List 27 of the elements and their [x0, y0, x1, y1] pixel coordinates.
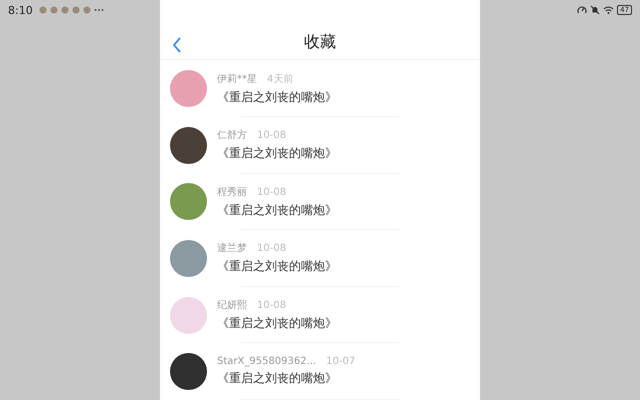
user-name: 纪妍熙	[217, 299, 247, 312]
avatar[interactable]	[170, 353, 207, 390]
timestamp: 10-07	[326, 356, 356, 368]
user-name: 伊莉**星	[217, 72, 257, 86]
speedometer-icon	[577, 5, 588, 15]
user-name: 逮兰梦	[217, 242, 247, 256]
timestamp: 10-08	[257, 243, 286, 254]
timestamp: 10-08	[257, 130, 286, 142]
page-title: 收藏	[304, 32, 336, 54]
user-name: 仁舒方	[217, 128, 247, 142]
more-icon	[94, 8, 104, 12]
book-title[interactable]: 《重启之刘丧的嘴炮》	[217, 315, 337, 332]
book-title[interactable]: 《重启之刘丧的嘴炮》	[217, 88, 337, 106]
back-icon[interactable]	[172, 37, 182, 53]
timestamp: 4天前	[267, 72, 294, 86]
book-title[interactable]: 《重启之刘丧的嘴炮》	[217, 258, 337, 276]
muted-bell-icon	[590, 5, 600, 15]
timestamp: 10-08	[257, 186, 286, 198]
timestamp: 10-08	[257, 300, 286, 312]
book-title[interactable]: 《重启之刘丧的嘴炮》	[217, 370, 356, 388]
book-title[interactable]: 《重启之刘丧的嘴炮》	[217, 202, 337, 219]
wifi-icon	[603, 5, 614, 15]
book-title[interactable]: 《重启之刘丧的嘴炮》	[217, 145, 337, 162]
user-name: 程秀丽	[217, 186, 247, 199]
avatar[interactable]	[170, 126, 207, 164]
status-time: 8:10	[8, 4, 33, 16]
user-name: StarX_955809362...	[217, 356, 316, 368]
